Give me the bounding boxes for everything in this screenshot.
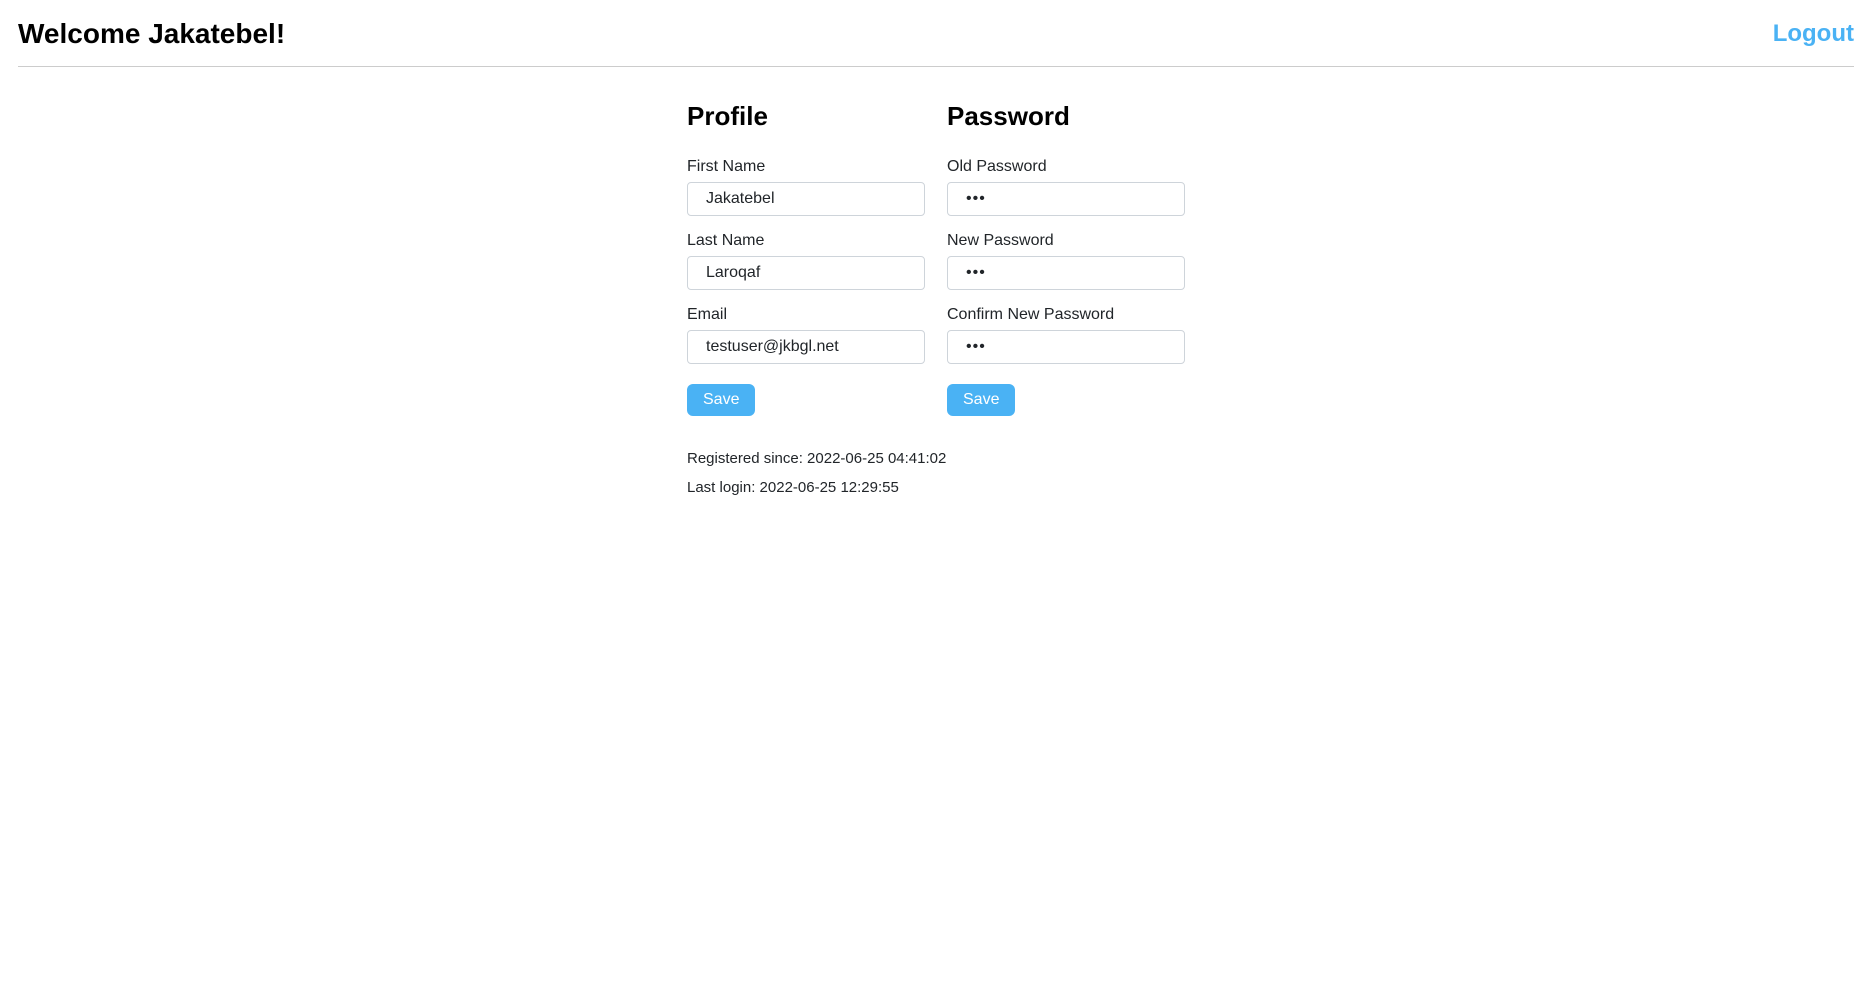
confirm-password-input[interactable] bbox=[947, 330, 1185, 364]
email-label: Email bbox=[687, 306, 925, 324]
password-save-button[interactable]: Save bbox=[947, 384, 1015, 416]
old-password-label: Old Password bbox=[947, 158, 1185, 176]
profile-section: Profile First Name Last Name Email Save bbox=[687, 101, 925, 416]
profile-title: Profile bbox=[687, 101, 925, 132]
profile-save-button[interactable]: Save bbox=[687, 384, 755, 416]
password-section: Password Old Password New Password Confi… bbox=[947, 101, 1185, 416]
main-content: Profile First Name Last Name Email Save … bbox=[687, 91, 1185, 496]
last-login-text: Last login: 2022-06-25 12:29:55 bbox=[687, 479, 1185, 496]
password-title: Password bbox=[947, 101, 1185, 132]
email-input[interactable] bbox=[687, 330, 925, 364]
page-header: Welcome Jakatebel! Logout bbox=[18, 18, 1854, 67]
last-name-label: Last Name bbox=[687, 232, 925, 250]
first-name-label: First Name bbox=[687, 158, 925, 176]
registered-since-text: Registered since: 2022-06-25 04:41:02 bbox=[687, 450, 1185, 467]
first-name-input[interactable] bbox=[687, 182, 925, 216]
welcome-title: Welcome Jakatebel! bbox=[18, 18, 285, 50]
last-name-input[interactable] bbox=[687, 256, 925, 290]
logout-link[interactable]: Logout bbox=[1773, 20, 1854, 48]
old-password-input[interactable] bbox=[947, 182, 1185, 216]
meta-block: Registered since: 2022-06-25 04:41:02 La… bbox=[687, 450, 1185, 496]
confirm-password-label: Confirm New Password bbox=[947, 306, 1185, 324]
new-password-input[interactable] bbox=[947, 256, 1185, 290]
new-password-label: New Password bbox=[947, 232, 1185, 250]
